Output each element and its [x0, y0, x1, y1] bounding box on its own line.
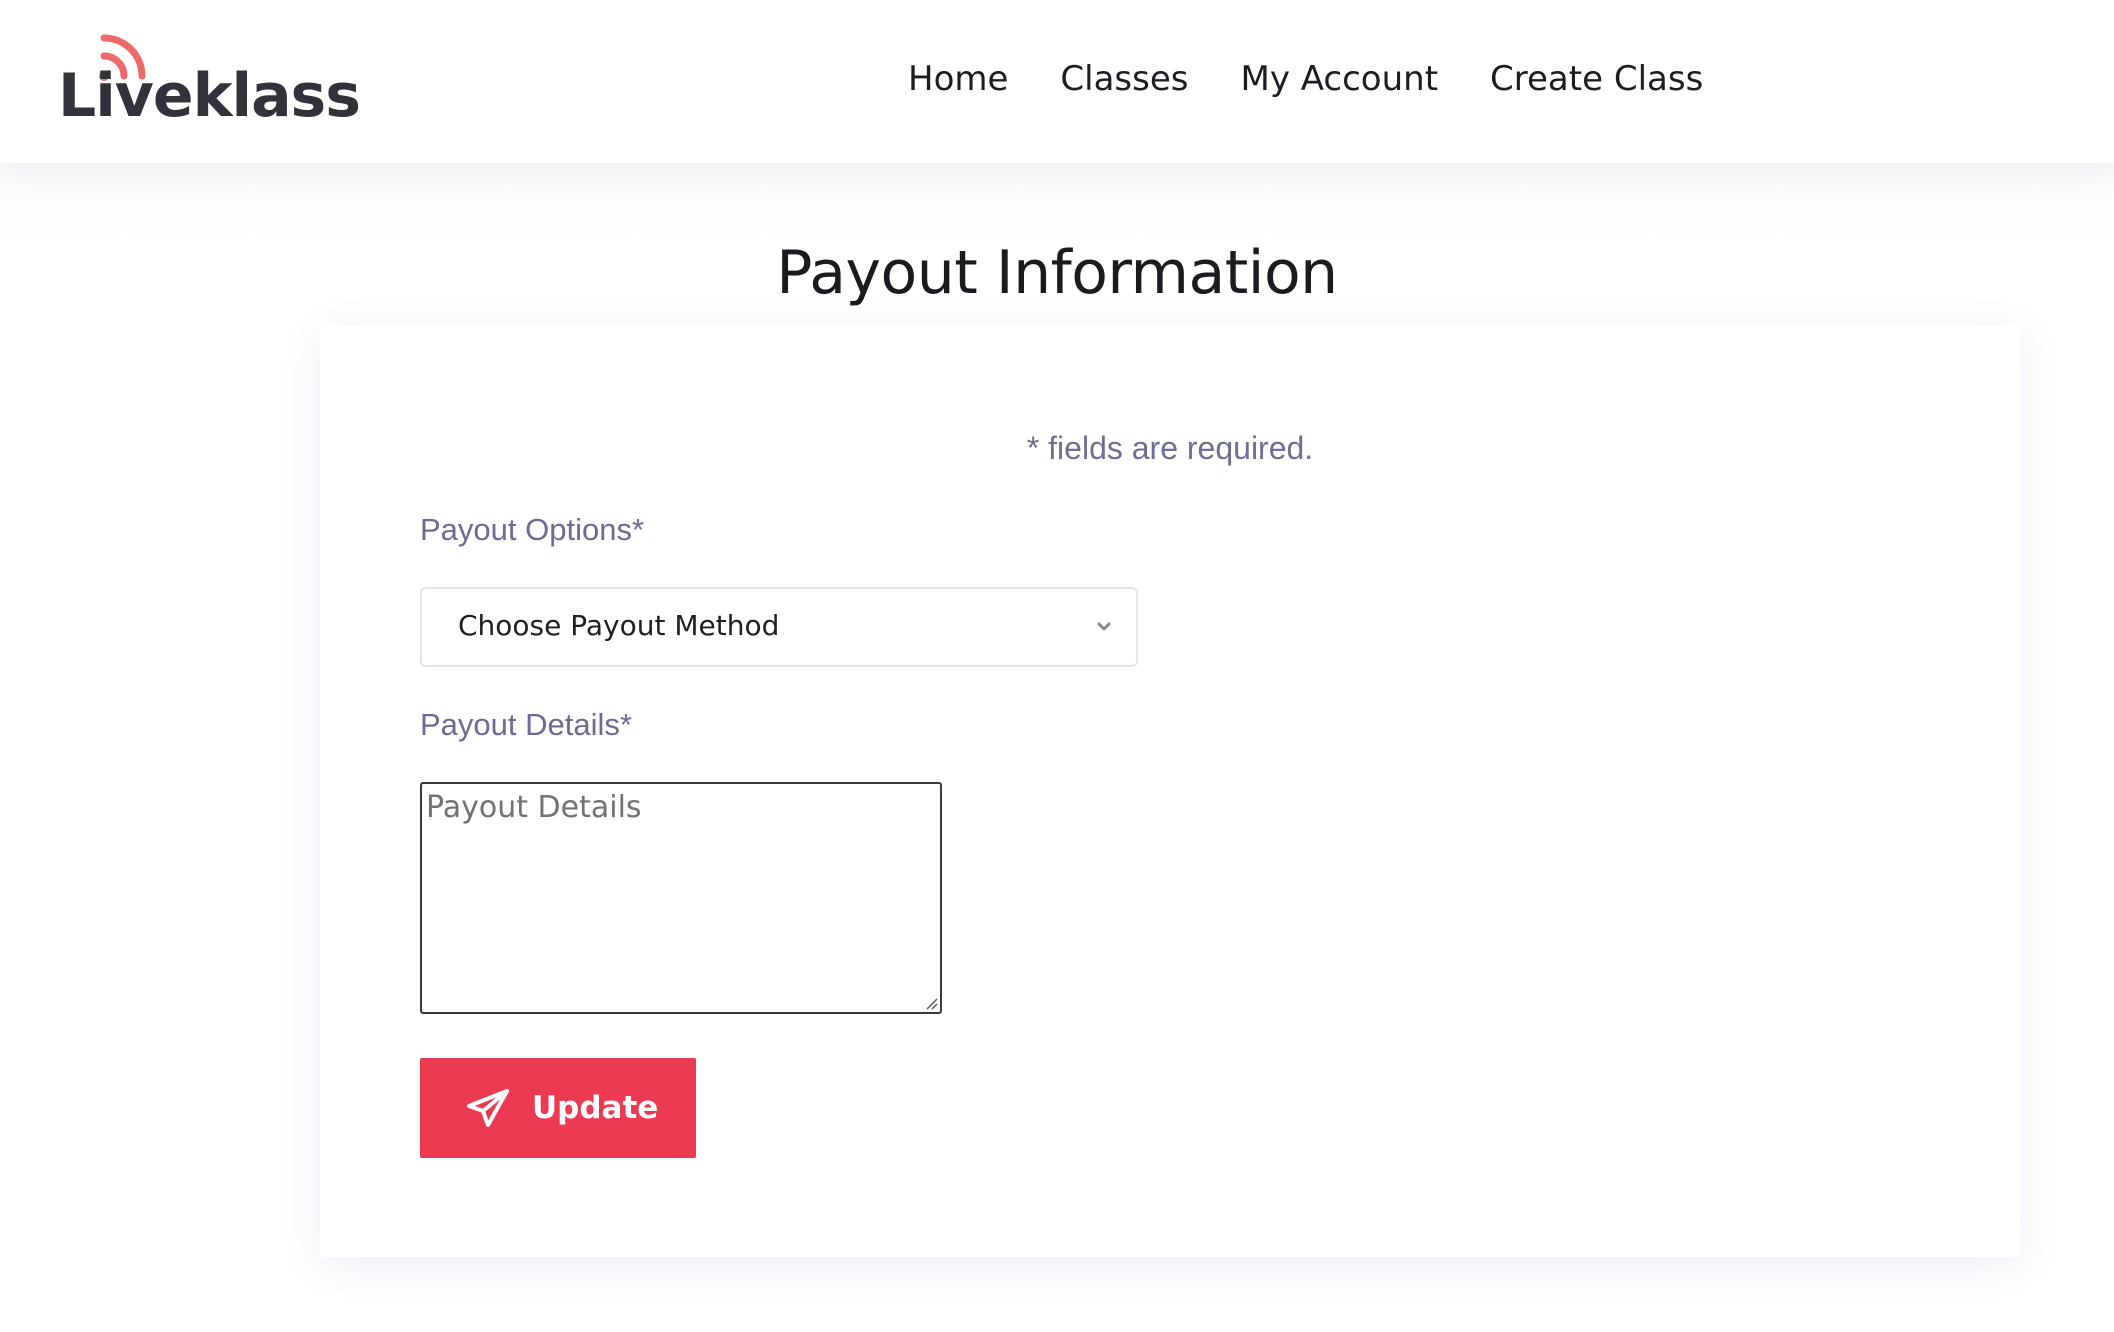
payout-details-textarea[interactable]: Payout Details — [420, 782, 942, 1014]
required-fields-note: * fields are required. — [1026, 430, 1314, 466]
nav-create-class[interactable]: Create Class — [1490, 54, 1703, 104]
main-nav: Home Classes My Account Create Class — [908, 54, 1755, 104]
logo-text: Liveklass — [58, 61, 361, 131]
nav-classes[interactable]: Classes — [1060, 54, 1188, 104]
payout-details-label: Payout Details* — [420, 707, 632, 742]
payout-form-card: * fields are required. Payout Options* C… — [320, 325, 2020, 1257]
paper-plane-icon — [467, 1089, 509, 1127]
site-header: Liveklass Home Classes My Account Create… — [0, 0, 2114, 163]
nav-home[interactable]: Home — [908, 54, 1008, 104]
chevron-down-icon — [1097, 622, 1111, 631]
resize-handle-icon[interactable] — [922, 994, 938, 1010]
update-button[interactable]: Update — [420, 1058, 696, 1158]
update-button-label: Update — [532, 1090, 659, 1126]
payout-options-label: Payout Options* — [420, 512, 645, 547]
payout-method-select[interactable]: Choose Payout Method — [420, 587, 1138, 667]
nav-my-account[interactable]: My Account — [1241, 54, 1439, 104]
payout-method-selected-value: Choose Payout Method — [458, 609, 780, 642]
payout-details-placeholder: Payout Details — [426, 790, 642, 825]
site-logo[interactable]: Liveklass — [58, 30, 361, 130]
page-title: Payout Information — [776, 238, 1338, 308]
